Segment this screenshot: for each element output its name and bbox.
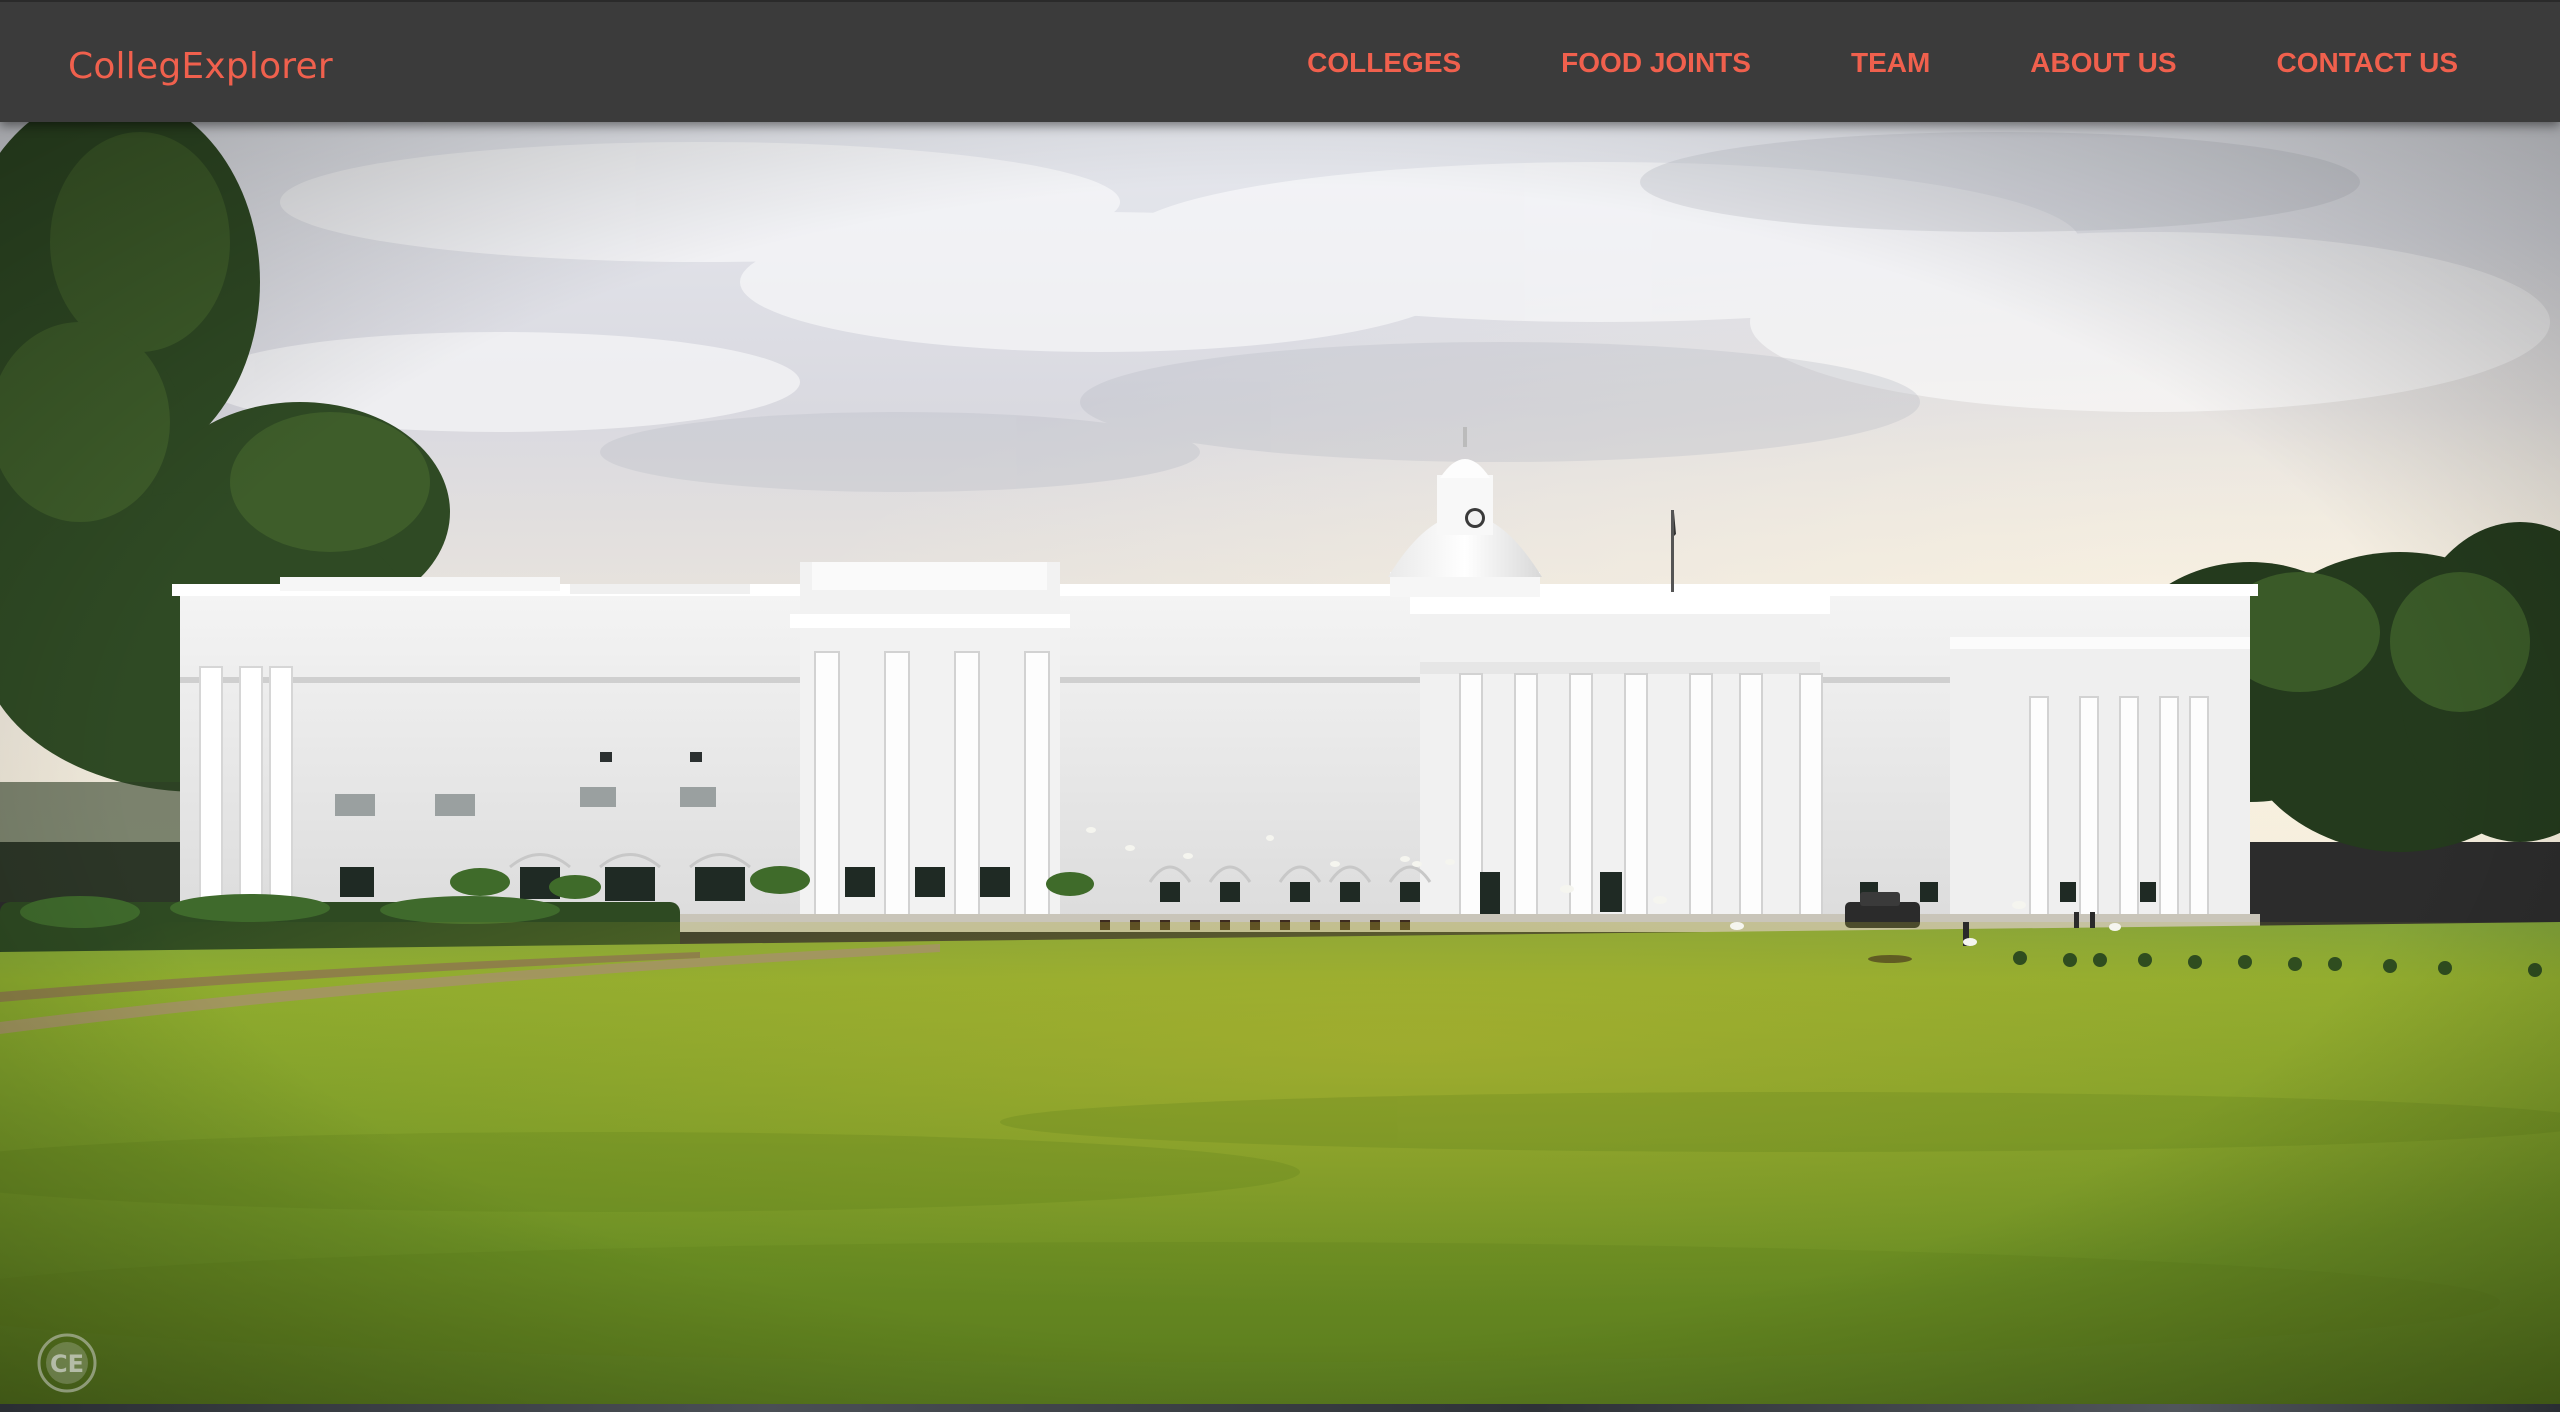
- hero-banner-image: [0, 122, 2560, 1404]
- nav-item-colleges[interactable]: COLLEGES: [1307, 47, 1461, 79]
- nav-item-team[interactable]: TEAM: [1851, 47, 1930, 79]
- bottom-section-edge: [0, 1404, 2560, 1412]
- top-navbar: CollegExplorer COLLEGES FOOD JOINTS TEAM…: [0, 0, 2560, 122]
- watermark-logo-text: CE: [50, 1350, 84, 1378]
- watermark-logo-icon: CE: [34, 1330, 100, 1396]
- brand-logo-link[interactable]: CollegExplorer: [68, 46, 333, 87]
- nav-item-about-us[interactable]: ABOUT US: [2030, 47, 2176, 79]
- nav-menu: COLLEGES FOOD JOINTS TEAM ABOUT US CONTA…: [1207, 2, 2458, 124]
- nav-item-food-joints[interactable]: FOOD JOINTS: [1561, 47, 1751, 79]
- nav-item-contact-us[interactable]: CONTACT US: [2277, 47, 2458, 79]
